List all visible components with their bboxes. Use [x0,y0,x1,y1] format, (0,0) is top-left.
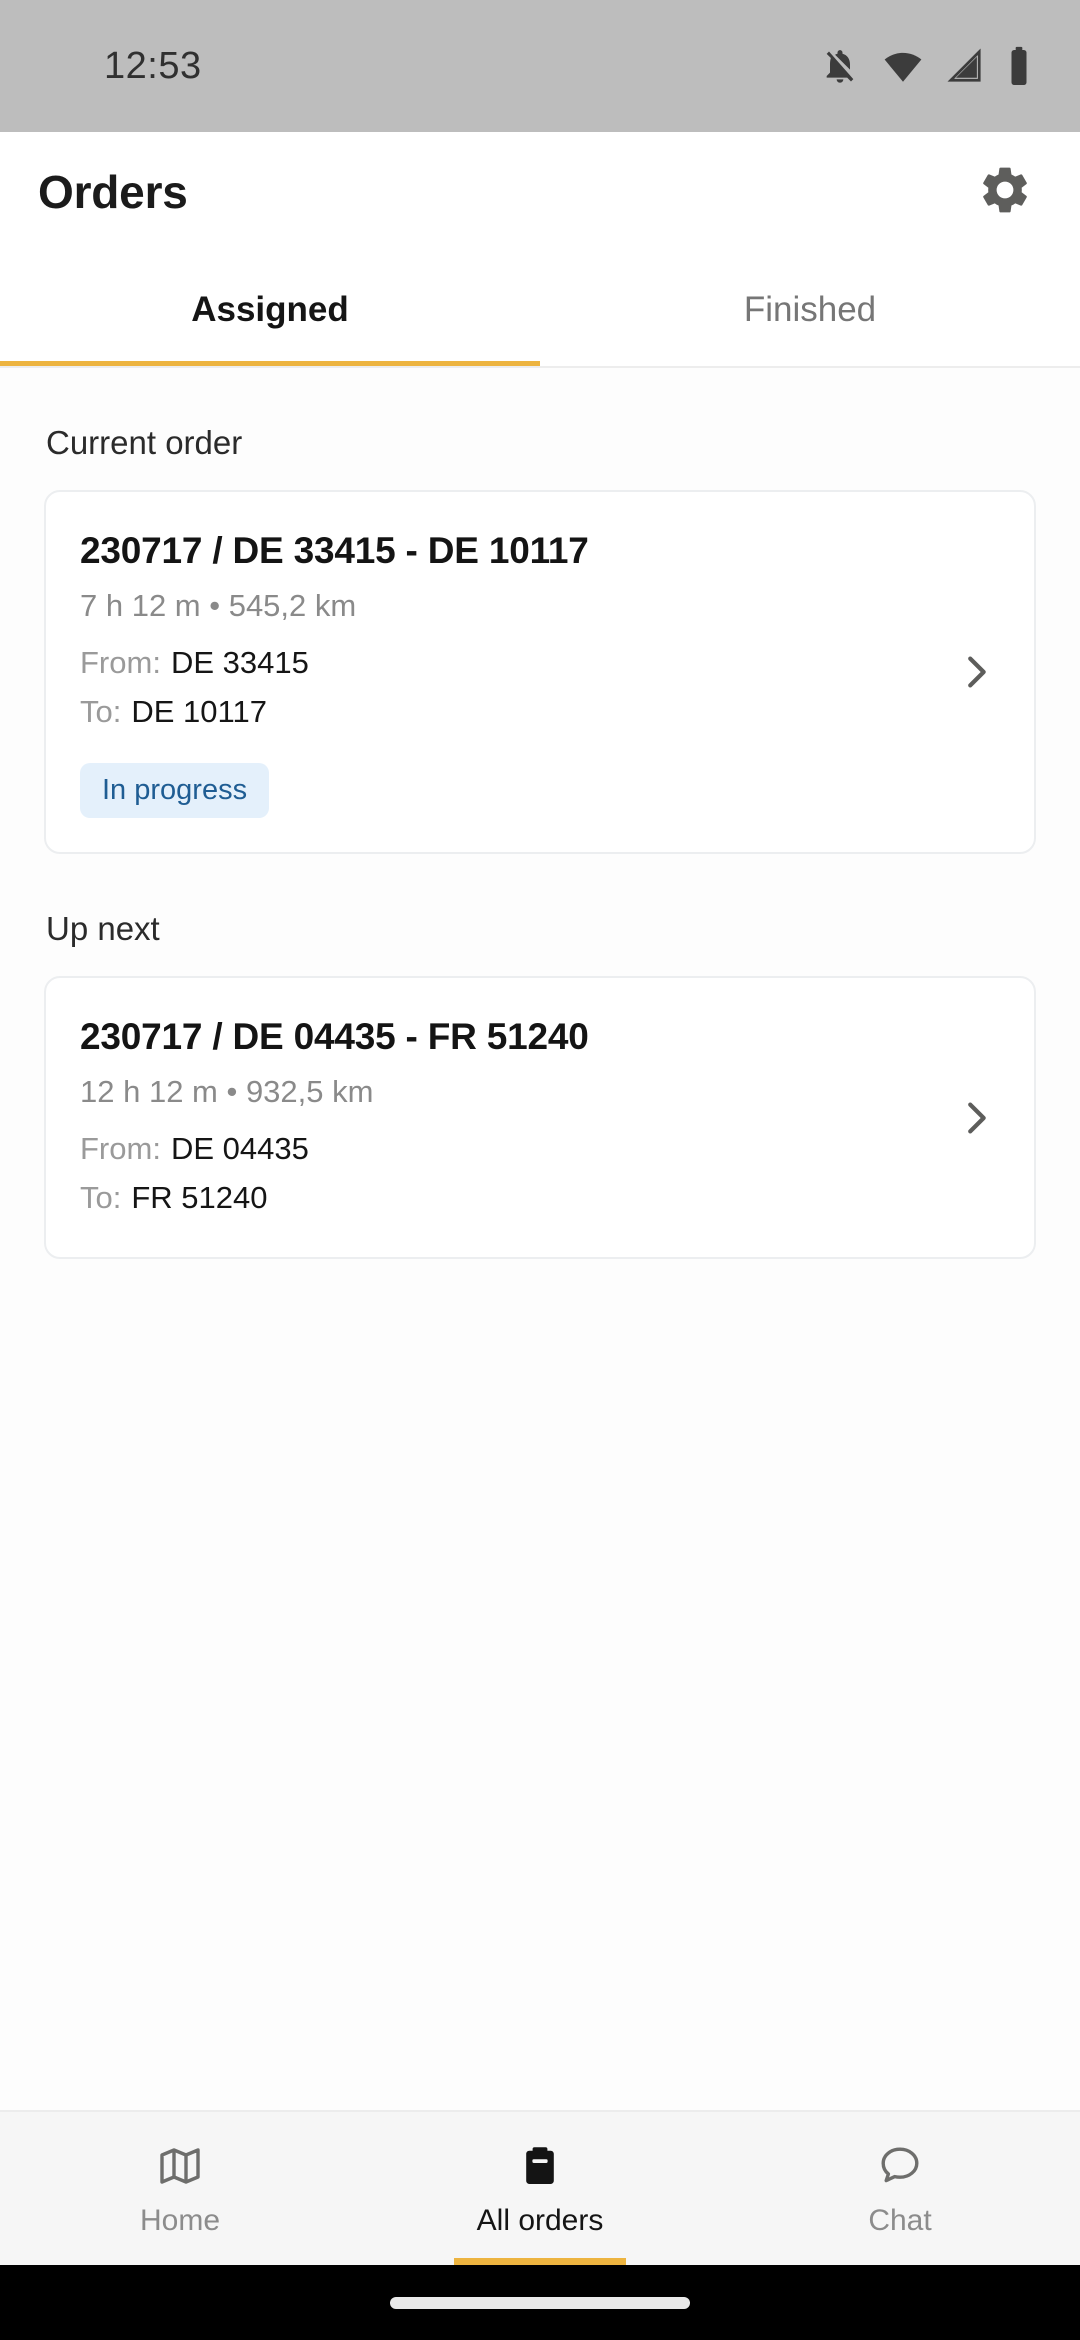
nav-item-home-label: Home [139,2203,221,2237]
order-to-value: DE 10117 [131,693,267,729]
nav-item-chat-label: Chat [868,2203,932,2237]
settings-button[interactable] [974,161,1036,223]
nav-item-home[interactable]: Home [0,2112,360,2265]
clipboard-icon [516,2140,564,2190]
status-bar-icons [820,45,1032,87]
order-from-row: From: DE 04435 [80,1126,910,1173]
order-to-row: To: FR 51240 [80,1175,910,1222]
tab-assigned-label: Assigned [191,290,349,329]
nav-item-all-orders[interactable]: All orders [360,2112,720,2265]
order-from-value: DE 33415 [170,645,309,680]
order-tabs: Assigned Finished [0,252,1080,368]
order-title: 230717 / DE 04435 - FR 51240 [80,1016,589,1057]
order-from-row: From: DE 33415 [80,640,910,687]
order-to-label: To: [80,1179,122,1215]
chat-bubble-icon [876,2140,924,2190]
nav-item-all-orders-label: All orders [476,2203,604,2237]
order-card-body: 230717 / DE 04435 - FR 51240 12 h 12 m •… [80,1016,1000,1221]
order-summary: 12 h 12 m • 932,5 km [80,1074,374,1109]
page-title: Orders [38,166,188,218]
order-title: 230717 / DE 33415 - DE 10117 [80,530,589,571]
order-to-label: To: [80,693,122,729]
app-bar: Orders [0,132,1080,252]
section-label-up-next: Up next [46,910,160,947]
status-bar: 12:53 [0,0,1080,132]
gear-icon [977,162,1033,223]
order-card-next[interactable]: 230717 / DE 04435 - FR 51240 12 h 12 m •… [44,976,1036,1259]
wifi-icon [882,45,924,87]
app-screen: 12:53 Orders Assigned Finished Current o… [0,0,1080,2340]
cellular-signal-icon [946,47,984,85]
chevron-right-icon[interactable] [950,1092,1002,1144]
chevron-right-icon[interactable] [950,646,1002,698]
order-summary: 7 h 12 m • 545,2 km [80,588,357,623]
order-card-body: 230717 / DE 33415 - DE 10117 7 h 12 m • … [80,530,1000,818]
bottom-navigation: Home All orders Chat [0,2110,1080,2265]
order-to-value: FR 51240 [131,1179,268,1215]
section-label-current-order: Current order [46,424,243,461]
order-from-value: DE 04435 [170,1131,309,1166]
battery-icon [1006,46,1032,86]
order-from-label: From: [80,1131,161,1166]
tab-finished[interactable]: Finished [540,252,1080,368]
status-bar-clock: 12:53 [104,44,202,87]
gesture-pill[interactable] [390,2296,690,2309]
status-badge: In progress [80,763,270,818]
system-gesture-bar [0,2265,1080,2340]
map-icon [156,2140,204,2190]
order-from-label: From: [80,645,161,680]
order-to-row: To: DE 10117 [80,689,910,736]
nav-item-chat[interactable]: Chat [720,2112,1080,2265]
tab-assigned[interactable]: Assigned [0,252,540,368]
notifications-off-icon [820,46,860,86]
tab-finished-label: Finished [743,290,877,329]
order-card-current[interactable]: 230717 / DE 33415 - DE 10117 7 h 12 m • … [44,490,1036,854]
orders-list: Current order 230717 / DE 33415 - DE 101… [0,368,1080,2110]
